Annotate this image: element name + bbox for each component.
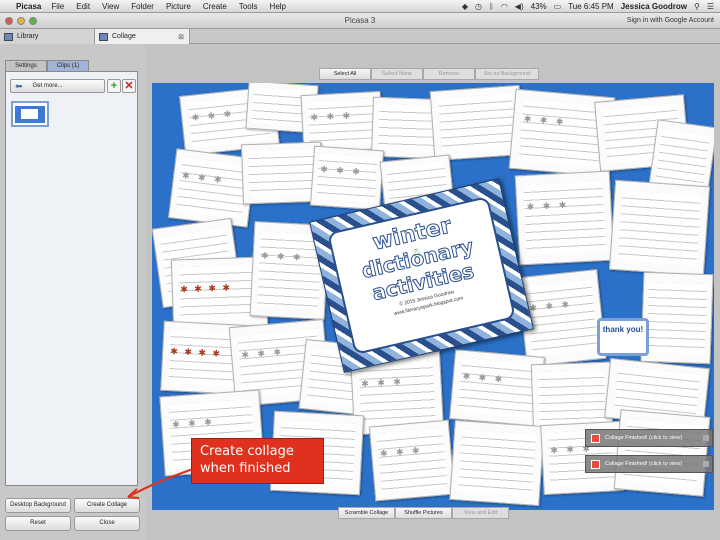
menu-clock[interactable]: Tue 6:45 PM [568, 2, 614, 11]
menu-app-name[interactable]: Picasa [16, 2, 41, 11]
clock-icon[interactable]: ◷ [475, 2, 482, 11]
collage-page [449, 349, 545, 427]
close-window-button[interactable] [5, 16, 13, 25]
battery-percent[interactable]: 43% [531, 2, 547, 11]
close-icon[interactable] [703, 461, 709, 467]
dropbox-icon[interactable]: ◆ [462, 2, 468, 11]
minimize-window-button[interactable] [17, 16, 25, 25]
collage-bottom-toolbar: Scramble Collage Shuffle Pictures View a… [338, 507, 509, 519]
collage-page [449, 419, 545, 507]
notification-center-icon[interactable]: ☰ [707, 2, 714, 11]
bluetooth-icon[interactable]: ᛒ [489, 2, 494, 11]
select-none-button[interactable]: Select None [371, 68, 423, 80]
collage-page [608, 179, 711, 277]
spotlight-icon[interactable]: ⚲ [694, 2, 700, 11]
collage-toolbar: Select All Select None Remove Set as Bac… [319, 68, 539, 80]
close-collage-button[interactable]: Close [74, 516, 140, 531]
remove-clip-button[interactable]: ✕ [122, 79, 136, 93]
wifi-icon[interactable]: ◠ [501, 2, 508, 11]
menu-tools[interactable]: Tools [239, 2, 258, 11]
sign-in-link[interactable]: Sign in with Google Account [627, 17, 720, 24]
thank-you-card: thank you! [597, 318, 649, 356]
notification-toast[interactable]: Collage Finished! (click to view) [585, 429, 713, 447]
close-tab-icon[interactable]: ⊠ [178, 33, 184, 41]
select-all-button[interactable]: Select All [319, 68, 371, 80]
tab-collage[interactable]: Collage ⊠ [95, 29, 190, 44]
battery-icon[interactable]: ▭ [554, 2, 562, 11]
collage-page [613, 409, 711, 497]
clips-panel: ⬅ Get more... + ✕ [5, 71, 138, 486]
get-more-button[interactable]: ⬅ Get more... [10, 79, 105, 93]
window-controls [5, 16, 37, 25]
menu-bar: Picasa File Edit View Folder Picture Cre… [0, 0, 720, 13]
tab-collage-label: Collage [112, 33, 136, 40]
desktop-background-button[interactable]: Desktop Background [5, 498, 71, 513]
collage-page [368, 419, 456, 502]
add-clip-button[interactable]: + [107, 79, 121, 93]
remove-button[interactable]: Remove [423, 68, 475, 80]
collage-page [640, 271, 714, 365]
shuffle-pictures-button[interactable]: Shuffle Pictures [395, 507, 452, 519]
left-panel: Settings Clips (1) ⬅ Get more... + ✕ Des… [0, 44, 145, 540]
library-icon [4, 32, 13, 41]
tab-bar: Library Collage ⊠ [0, 29, 720, 44]
tab-library-label: Library [17, 33, 39, 40]
menu-extras: ◆ ◷ ᛒ ◠ ◀) 43% ▭ Tue 6:45 PM Jessica Goo… [462, 2, 720, 11]
tab-library[interactable]: Library [0, 29, 95, 44]
annotation-line2: when finished [200, 461, 291, 476]
view-and-edit-button[interactable]: View and Edit [452, 507, 509, 519]
reset-button[interactable]: Reset [5, 516, 71, 531]
annotation-callout: Create collage when finished [191, 438, 324, 484]
create-collage-button[interactable]: Create Collage [74, 498, 140, 513]
picasa-icon [591, 433, 600, 443]
window-title-bar: Picasa 3 Sign in with Google Account [0, 13, 720, 29]
menu-file[interactable]: File [51, 2, 64, 11]
tab-settings[interactable]: Settings [5, 60, 47, 71]
menu-user[interactable]: Jessica Goodrow [621, 2, 687, 11]
panel-tabs: Settings Clips (1) [5, 60, 89, 71]
collage-page [309, 145, 385, 211]
picasa-icon [591, 459, 600, 469]
menu-help[interactable]: Help [270, 2, 286, 11]
menu-create[interactable]: Create [203, 2, 227, 11]
annotation-line1: Create collage [200, 444, 294, 459]
tab-clips[interactable]: Clips (1) [47, 60, 89, 71]
collage-page [514, 170, 615, 266]
close-icon[interactable] [703, 435, 709, 441]
window-title: Picasa 3 [344, 16, 376, 25]
menu-folder[interactable]: Folder [131, 2, 154, 11]
volume-icon[interactable]: ◀) [515, 2, 524, 11]
get-more-label: Get more... [32, 83, 63, 89]
clip-thumbnail[interactable] [11, 101, 49, 127]
menu-picture[interactable]: Picture [166, 2, 191, 11]
cover-title-card: winter ☃ dictionary activities © 2015 Je… [327, 196, 516, 355]
notification-toast[interactable]: Collage Finished! (click to view) [585, 455, 713, 473]
notification-text: Collage Finished! (click to view) [605, 461, 683, 467]
scramble-collage-button[interactable]: Scramble Collage [338, 507, 395, 519]
menu-edit[interactable]: Edit [76, 2, 90, 11]
menu-view[interactable]: View [102, 2, 119, 11]
collage-icon [99, 32, 108, 41]
set-as-background-button[interactable]: Set as Background [475, 68, 539, 80]
arrow-left-icon: ⬅ [15, 80, 23, 91]
zoom-window-button[interactable] [29, 16, 37, 25]
notification-text: Collage Finished! (click to view) [605, 435, 683, 441]
